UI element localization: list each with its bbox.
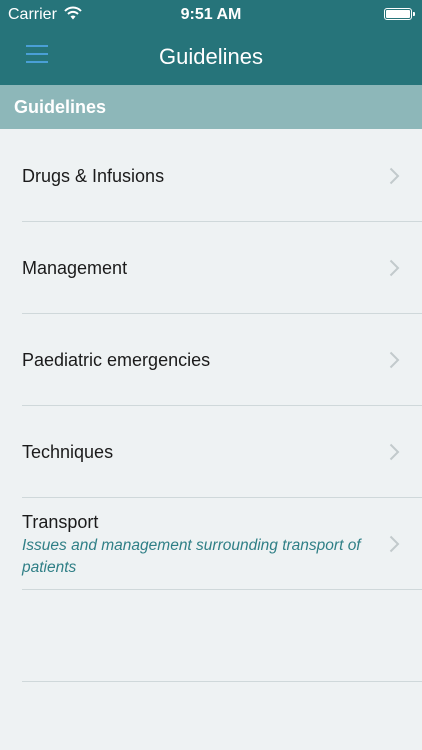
clock: 9:51 AM (180, 6, 242, 23)
list-item-paediatric-emergencies[interactable]: Paediatric emergencies (0, 314, 422, 406)
chevron-right-icon (389, 443, 400, 461)
top-bar: Carrier 9:51 AM Guidelines (0, 0, 422, 85)
list-item-label: Techniques (22, 442, 114, 462)
list-item-label: Paediatric emergencies (22, 350, 211, 370)
list-item-techniques[interactable]: Techniques (0, 406, 422, 498)
empty-row (0, 590, 422, 682)
section-label: Guidelines (14, 97, 107, 117)
chevron-right-icon (389, 535, 400, 553)
chevron-right-icon (389, 167, 400, 185)
list-item-subtitle: Issues and management surrounding transp… (22, 537, 361, 576)
list-item-transport[interactable]: Transport Issues and management surround… (0, 498, 422, 590)
list-item-label: Transport (22, 512, 99, 532)
section-header: Guidelines (0, 85, 422, 129)
page-title: Guidelines (159, 44, 263, 69)
chevron-right-icon (389, 259, 400, 277)
status-bar: Carrier 9:51 AM (0, 0, 422, 30)
list-item-label: Drugs & Infusions (22, 166, 165, 186)
chevron-right-icon (389, 351, 400, 369)
guidelines-list: Drugs & Infusions Management Paediatric … (0, 130, 422, 682)
list-item-drugs-infusions[interactable]: Drugs & Infusions (0, 130, 422, 222)
list-item-management[interactable]: Management (0, 222, 422, 314)
list-item-label: Management (22, 258, 128, 278)
battery-icon (384, 8, 415, 20)
